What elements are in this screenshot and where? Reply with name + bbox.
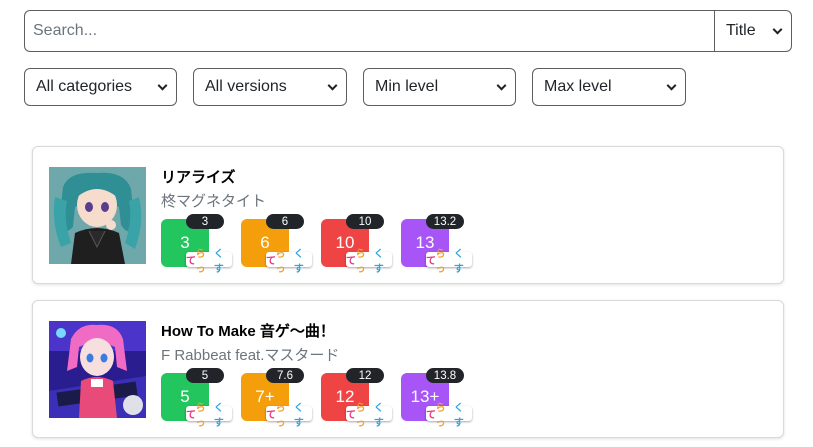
version-select-label: All versions xyxy=(205,78,287,95)
chart-constant-badge: 6 xyxy=(266,214,304,229)
chart-type-badge: てらっ くす xyxy=(186,403,232,429)
difficulty-basic[interactable]: 5 5 てらっ くす xyxy=(161,368,232,429)
difficulty-master[interactable]: 13 13.2 てらっ くす xyxy=(401,214,472,275)
chart-constant-badge: 3 xyxy=(186,214,224,229)
song-artist: F Rabbeat feat.マスタード xyxy=(161,347,340,364)
difficulty-level: 5 xyxy=(180,387,190,406)
difficulty-advanced[interactable]: 7+ 7.6 てらっ くす xyxy=(241,368,312,429)
difficulty-expert[interactable]: 12 12 てらっ くす xyxy=(321,368,392,429)
chart-type-badge: てらっ くす xyxy=(426,403,472,429)
difficulty-expert[interactable]: 10 10 てらっ くす xyxy=(321,214,392,275)
difficulty-level: 7+ xyxy=(255,387,275,406)
search-mode-select[interactable]: Title xyxy=(714,10,792,52)
search-input[interactable] xyxy=(24,10,714,52)
song-title: How To Make 音ゲ〜曲！ xyxy=(161,323,335,340)
chevron-down-icon xyxy=(772,24,783,35)
version-select[interactable]: All versions xyxy=(193,68,347,106)
chart-constant-badge: 13.2 xyxy=(426,214,464,229)
song-title: リアライズ xyxy=(161,169,236,186)
difficulty-level: 13 xyxy=(415,233,435,252)
difficulty-list: 5 5 てらっ くす 7+ 7.6 てらっ くす 12 12 てらっ くす 13+ 1… xyxy=(161,368,472,429)
category-select-label: All categories xyxy=(36,78,133,95)
chevron-down-icon xyxy=(157,80,168,91)
difficulty-level: 12 xyxy=(335,387,355,406)
category-select[interactable]: All categories xyxy=(24,68,177,106)
difficulty-level: 10 xyxy=(335,233,355,252)
filter-bar: All categories All versions Min level Ma… xyxy=(24,68,686,106)
song-artist: 柊マグネタイト xyxy=(161,193,267,210)
song-jacket-image xyxy=(49,167,146,264)
difficulty-list: 3 3 てらっ くす 6 6 てらっ くす 10 10 てらっ くす 13 13.2 … xyxy=(161,214,472,275)
search-mode-label: Title xyxy=(726,22,756,39)
chevron-down-icon xyxy=(496,80,507,91)
difficulty-master[interactable]: 13+ 13.8 てらっ くす xyxy=(401,368,472,429)
chart-constant-badge: 12 xyxy=(346,368,384,383)
difficulty-advanced[interactable]: 6 6 てらっ くす xyxy=(241,214,312,275)
chart-type-badge: てらっ くす xyxy=(426,249,472,275)
song-jacket-image xyxy=(49,321,146,418)
song-card[interactable]: リアライズ 柊マグネタイト 3 3 てらっ くす 6 6 てらっ くす 10 10 … xyxy=(32,146,784,284)
chart-constant-badge: 5 xyxy=(186,368,224,383)
song-card[interactable]: How To Make 音ゲ〜曲！ F Rabbeat feat.マスタード 5… xyxy=(32,300,784,438)
max-level-select-label: Max level xyxy=(544,78,612,95)
chart-type-badge: てらっ くす xyxy=(346,403,392,429)
chart-type-badge: てらっ くす xyxy=(186,249,232,275)
difficulty-basic[interactable]: 3 3 てらっ くす xyxy=(161,214,232,275)
chevron-down-icon xyxy=(327,80,338,91)
min-level-select[interactable]: Min level xyxy=(363,68,516,106)
chevron-down-icon xyxy=(666,80,677,91)
max-level-select[interactable]: Max level xyxy=(532,68,686,106)
min-level-select-label: Min level xyxy=(375,78,439,95)
chart-type-badge: てらっ くす xyxy=(266,403,312,429)
chart-constant-badge: 13.8 xyxy=(426,368,464,383)
difficulty-level: 3 xyxy=(180,233,190,252)
chart-constant-badge: 7.6 xyxy=(266,368,304,383)
chart-type-badge: てらっ くす xyxy=(266,249,312,275)
chart-type-badge: てらっ くす xyxy=(346,249,392,275)
search-group: Title xyxy=(24,10,792,52)
chart-constant-badge: 10 xyxy=(346,214,384,229)
difficulty-level: 6 xyxy=(260,233,270,252)
